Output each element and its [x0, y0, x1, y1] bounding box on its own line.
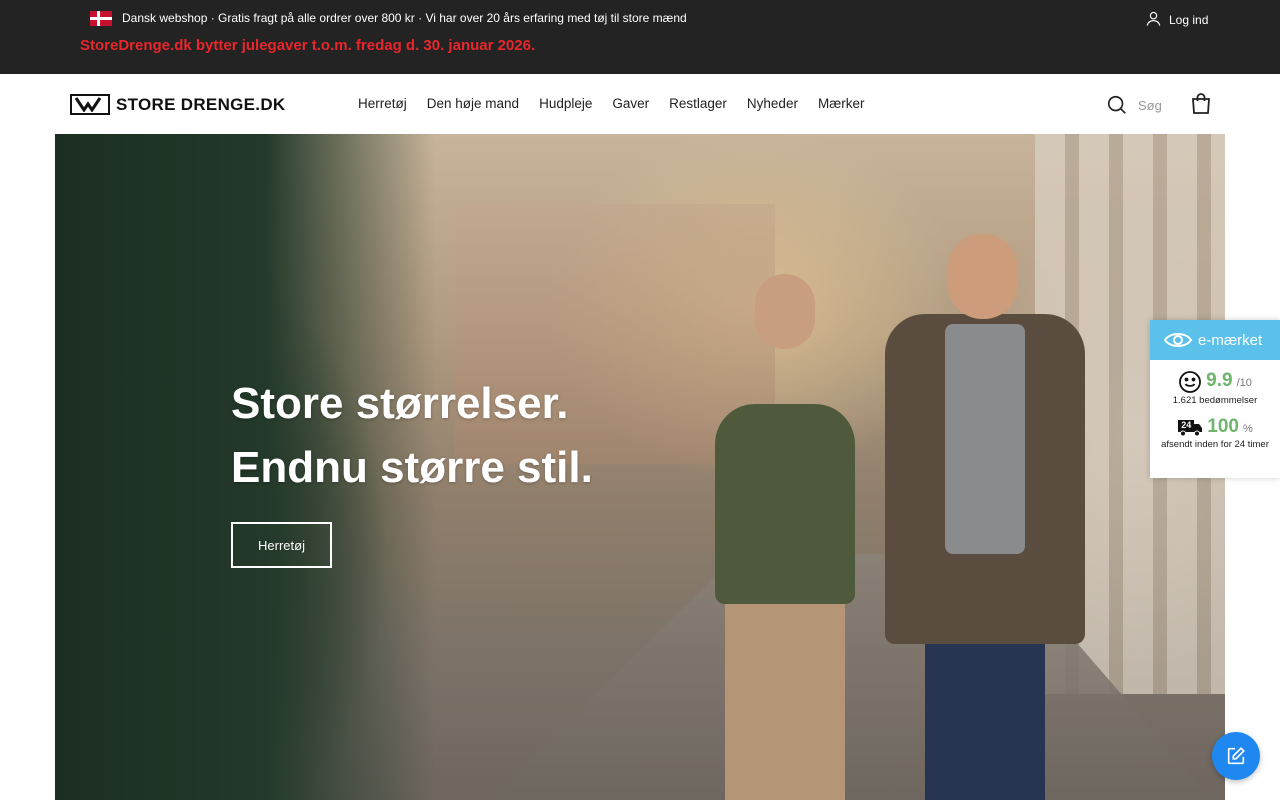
hero-headline-line-1: Store størrelser. [231, 379, 569, 428]
feedback-button[interactable] [1212, 732, 1260, 780]
model-left-sweater [715, 404, 855, 604]
smiley-icon [1179, 371, 1202, 393]
model-right-head [948, 234, 1018, 319]
hero-headline-line-2: Endnu større stil. [231, 443, 593, 492]
shipped-percent: 100 [1207, 416, 1239, 437]
model-right-shirt [945, 324, 1025, 554]
shop-info-text: Dansk webshop · Gratis fragt på alle ord… [122, 11, 687, 25]
nav-item-den-hoje-mand[interactable]: Den høje mand [427, 96, 519, 111]
announcement-bar: Dansk webshop · Gratis fragt på alle ord… [0, 0, 1280, 74]
search-icon [1107, 95, 1126, 114]
rating-row: 9.9 /10 [1150, 370, 1280, 394]
nav-item-maerker[interactable]: Mærker [818, 96, 865, 111]
emaerket-title: e-mærket [1198, 331, 1263, 349]
hero-banner: Store størrelser. Endnu større stil. Her… [55, 134, 1225, 800]
delivery-truck-icon: 24 [1177, 417, 1203, 437]
hero-headline: Store størrelser. Endnu større stil. [231, 372, 593, 500]
emaerket-widget[interactable]: e-mærket 9.9 /10 1.621 bedømmelser 24 10… [1150, 320, 1280, 478]
user-icon [1146, 11, 1161, 26]
delivery-badge-number: 24 [1181, 420, 1192, 430]
shipping-row: 24 100 % [1150, 416, 1280, 438]
hero-cta-button[interactable]: Herretøj [231, 522, 332, 568]
nav-item-restlager[interactable]: Restlager [669, 96, 727, 111]
holiday-return-notice: StoreDrenge.dk bytter julegaver t.o.m. f… [80, 37, 536, 54]
login-link[interactable]: Log ind [1145, 10, 1208, 27]
reviews-count: 1.621 bedømmelser [1172, 395, 1258, 406]
site-header: STORE DRENGE.DK Herretøj Den høje mand H… [0, 74, 1280, 134]
nav-item-gaver[interactable]: Gaver [612, 96, 649, 111]
logo-mark-icon [70, 94, 110, 115]
emaerket-header: e-mærket [1150, 320, 1280, 360]
nav-item-herretoj[interactable]: Herretøj [358, 96, 407, 111]
logo-text: STORE DRENGE.DK [116, 94, 286, 114]
shopping-bag-icon [1192, 93, 1210, 114]
search-button[interactable]: Søg [1106, 94, 1162, 116]
model-left-head [755, 274, 815, 349]
shipped-unit: % [1242, 423, 1253, 435]
site-logo[interactable]: STORE DRENGE.DK [70, 94, 286, 115]
search-placeholder: Søg [1138, 97, 1162, 113]
logo-chevron-icon [74, 97, 102, 112]
rating-unit: /10 [1236, 377, 1252, 389]
nav-item-hudpleje[interactable]: Hudpleje [539, 96, 592, 111]
rating-value: 9.9 [1206, 370, 1233, 391]
eye-icon [1164, 333, 1192, 347]
nav-item-nyheder[interactable]: Nyheder [747, 96, 798, 111]
edit-icon [1227, 747, 1245, 765]
model-left-legs [725, 589, 845, 800]
shipped-label: afsendt inden for 24 timer [1161, 439, 1269, 450]
main-nav: Herretøj Den høje mand Hudpleje Gaver Re… [358, 96, 864, 111]
cart-button[interactable] [1189, 92, 1213, 116]
denmark-flag-icon [90, 11, 112, 26]
login-label: Log ind [1169, 13, 1209, 27]
